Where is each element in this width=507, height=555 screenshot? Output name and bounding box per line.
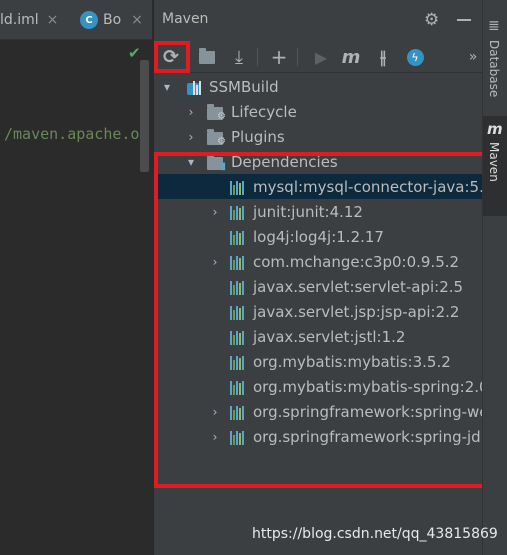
divider — [297, 48, 298, 66]
close-icon[interactable]: × — [47, 12, 59, 28]
chevron-double-right-icon: » — [468, 49, 478, 65]
tree-node-label: Plugins — [231, 127, 285, 146]
divider — [257, 48, 258, 66]
maven-tool-label: Maven — [487, 142, 501, 182]
folder-icon — [199, 47, 215, 64]
database-icon: ≣ — [488, 18, 500, 34]
maven-icon: m — [341, 46, 361, 68]
tree-node-label: Lifecycle — [231, 102, 297, 121]
gear-icon[interactable]: ⚙ — [424, 10, 439, 30]
chevron-right-icon[interactable]: › — [185, 105, 197, 119]
skip-tests-button[interactable]: ⫲ — [370, 44, 396, 70]
reload-highlight-box — [154, 41, 190, 73]
right-tool-strip: ≣ Database m Maven — [482, 0, 507, 555]
chevron-down-icon[interactable]: ▾ — [161, 80, 173, 94]
maven-icon: m — [487, 120, 503, 138]
download-sources-button[interactable]: ⤓ — [226, 44, 252, 70]
plus-icon: + — [270, 45, 288, 69]
tree-node-plugins[interactable]: › ⚙ Plugins — [154, 124, 483, 149]
plugins-folder-icon: ⚙ — [207, 128, 226, 147]
offline-mode-button[interactable]: ϟ — [402, 44, 428, 70]
editor-pane: ld.iml × C Bo × ✔ /maven.apache.o — [0, 0, 153, 555]
editor-tab-bar: ld.iml × C Bo × — [0, 0, 153, 40]
maven-toolbar: ⟳ ⤓ + ▶ m ⫲ ϟ » — [154, 40, 483, 73]
panel-title: Maven — [162, 11, 209, 27]
maven-tool-button[interactable]: m Maven — [483, 116, 507, 216]
maven-project-icon — [187, 79, 205, 95]
maven-header: Maven ⚙ — [154, 0, 483, 40]
editor-scrollbar[interactable] — [140, 60, 149, 172]
tree-node-label: SSMBuild — [209, 77, 279, 96]
class-icon: C — [80, 11, 98, 29]
editor-tab-class[interactable]: C Bo × — [80, 0, 143, 40]
run-button[interactable]: ▶ — [308, 44, 334, 70]
download-icon: ⤓ — [235, 46, 243, 68]
check-icon: ✔ — [128, 44, 141, 62]
skip-tests-icon: ⫲ — [380, 46, 386, 68]
close-icon[interactable]: × — [131, 12, 143, 28]
lifecycle-folder-icon: ⚙ — [207, 103, 226, 122]
play-icon: ▶ — [314, 47, 328, 67]
add-button[interactable]: + — [266, 44, 292, 70]
lightning-icon: ϟ — [406, 48, 424, 66]
dependencies-highlight-box — [154, 152, 494, 488]
add-maven-project-button[interactable] — [194, 44, 220, 70]
watermark-text: https://blog.csdn.net/qq_43815869 — [252, 526, 498, 542]
tree-node-lifecycle[interactable]: › ⚙ Lifecycle — [154, 99, 483, 124]
execute-goal-button[interactable]: m — [338, 44, 364, 70]
editor-tab-iml[interactable]: ld.iml × — [0, 0, 58, 40]
database-tool-label: Database — [487, 40, 501, 98]
editor-tab-label: ld.iml — [0, 12, 39, 28]
maven-panel: Maven ⚙ ⟳ ⤓ + ▶ m ⫲ ϟ » ▾ SSMBuild › ⚙ L… — [153, 0, 494, 555]
tree-node-root[interactable]: ▾ SSMBuild — [154, 74, 483, 99]
minimize-icon[interactable] — [457, 19, 471, 21]
code-line[interactable]: /maven.apache.o — [4, 125, 139, 143]
editor-tab-label: Bo — [103, 12, 122, 28]
chevron-right-icon[interactable]: › — [185, 130, 197, 144]
